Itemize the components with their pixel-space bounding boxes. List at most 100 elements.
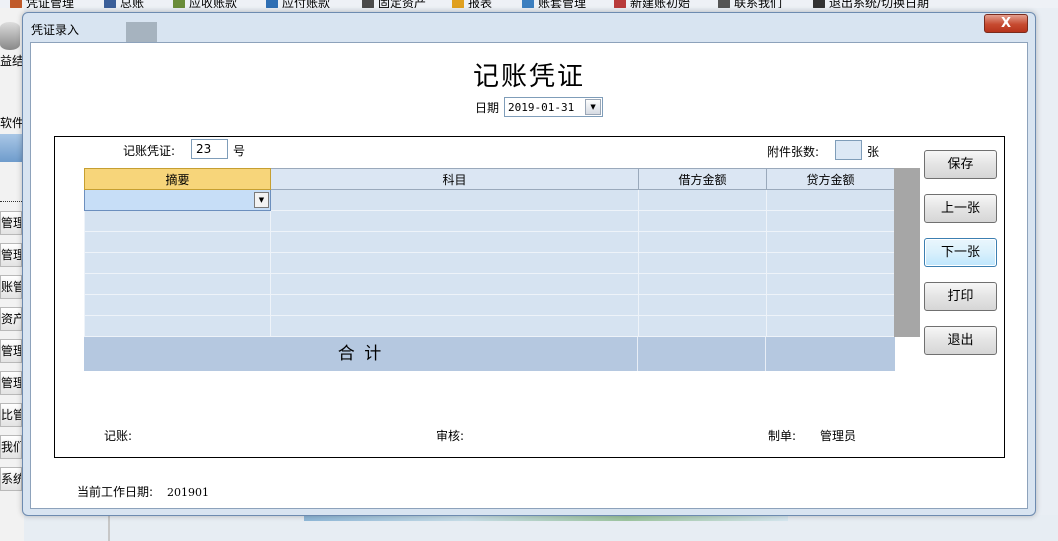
- table-row: [84, 210, 895, 232]
- attachment-count-input[interactable]: [835, 140, 862, 160]
- app-menu-item[interactable]: 退出系统/切换日期: [813, 0, 929, 8]
- app-menu-label: 新建账初始: [630, 0, 691, 8]
- close-button[interactable]: X: [984, 14, 1028, 33]
- chevron-down-icon[interactable]: ▼: [254, 192, 269, 208]
- column-header-account[interactable]: 科目: [270, 168, 639, 190]
- app-menu-label: 固定资产: [378, 0, 427, 8]
- total-label: 合 计: [84, 337, 638, 371]
- entries-table: 摘要 科目 借方金额 贷方金额 ▼: [84, 168, 895, 337]
- table-cell[interactable]: [270, 252, 639, 274]
- table-row: [84, 315, 895, 337]
- grid-scrollbar[interactable]: [894, 168, 920, 337]
- table-cell[interactable]: [638, 315, 767, 337]
- table-cell[interactable]: [84, 294, 271, 316]
- next-voucher-button[interactable]: 下一张: [924, 238, 997, 267]
- table-cell[interactable]: [766, 210, 895, 232]
- table-cell[interactable]: [766, 294, 895, 316]
- exit-button[interactable]: 退出: [924, 326, 997, 355]
- app-menu-item[interactable]: 账套管理: [522, 0, 586, 8]
- app-menu-item[interactable]: 联系我们: [718, 0, 782, 8]
- dialog-title: 凭证录入: [31, 23, 80, 37]
- app-menu-label: 退出系统/切换日期: [829, 0, 930, 8]
- table-cell[interactable]: [766, 273, 895, 295]
- menu-item-icon: [718, 0, 730, 8]
- table-row: [84, 273, 895, 295]
- menu-item-icon: [522, 0, 534, 8]
- date-row: 日期 2019-01-31 ▼: [475, 97, 604, 117]
- app-menu-item[interactable]: 总账: [104, 0, 144, 8]
- table-cell[interactable]: [84, 252, 271, 274]
- dialog-titlebar[interactable]: 凭证录入 X: [23, 13, 1035, 43]
- column-header-credit[interactable]: 贷方金额: [766, 168, 895, 190]
- table-cell[interactable]: [84, 273, 271, 295]
- divider: [0, 201, 22, 202]
- table-cell[interactable]: [766, 231, 895, 253]
- app-menu-label: 应付账款: [282, 0, 331, 8]
- left-nav-button[interactable]: 系统: [0, 467, 22, 491]
- table-cell[interactable]: [270, 315, 639, 337]
- chevron-down-icon[interactable]: ▼: [585, 99, 602, 115]
- left-nav-button[interactable]: 我们: [0, 435, 22, 459]
- app-menubar: 凭证管理 总账 应收账款 应付账款 固定资产 报表 账套管理 新建账初始 联系我们 退出系统/切换…: [0, 0, 1058, 8]
- left-nav-button[interactable]: 管理: [0, 243, 22, 267]
- maker-value: 管理员: [820, 429, 857, 443]
- table-cell[interactable]: [638, 231, 767, 253]
- table-cell[interactable]: [638, 252, 767, 274]
- table-cell[interactable]: [84, 210, 271, 232]
- previous-voucher-button[interactable]: 上一张: [924, 194, 997, 223]
- app-menu-item[interactable]: 应收账款: [173, 0, 237, 8]
- left-label-profit[interactable]: 益结转: [0, 52, 24, 69]
- app-menu-label: 账套管理: [538, 0, 587, 8]
- table-cell[interactable]: [270, 294, 639, 316]
- left-nav-button[interactable]: 管理: [0, 339, 22, 363]
- table-row: ▼: [84, 189, 895, 211]
- table-cell[interactable]: [638, 210, 767, 232]
- column-header-debit[interactable]: 借方金额: [638, 168, 767, 190]
- voucher-number-input[interactable]: 23: [191, 139, 228, 159]
- app-menu-label: 联系我们: [734, 0, 783, 8]
- table-cell[interactable]: [84, 231, 271, 253]
- table-cell[interactable]: [766, 189, 895, 211]
- app-menu-label: 报表: [468, 0, 493, 8]
- attachment-count-suffix: 张: [867, 145, 880, 159]
- date-label: 日期: [475, 100, 500, 115]
- left-nav-button[interactable]: 比管理: [0, 403, 22, 427]
- app-menu-item[interactable]: 报表: [452, 0, 492, 8]
- app-menu-item[interactable]: 应付账款: [266, 0, 330, 8]
- table-cell[interactable]: ▼: [84, 189, 271, 211]
- total-credit: [766, 337, 894, 371]
- table-cell[interactable]: [270, 273, 639, 295]
- table-row: [84, 252, 895, 274]
- voucher-frame: 记账凭证: 23 号 附件张数: 张 摘要 科目 借方金额 贷方金额 ▼ 合 计…: [54, 136, 1005, 458]
- menu-item-icon: [104, 0, 116, 8]
- table-cell[interactable]: [638, 273, 767, 295]
- table-cell[interactable]: [766, 252, 895, 274]
- reviewer-label: 审核:: [436, 429, 465, 443]
- menu-item-icon: [362, 0, 374, 8]
- table-cell[interactable]: [270, 231, 639, 253]
- menu-item-icon: [173, 0, 185, 8]
- left-nav-button[interactable]: 管理: [0, 211, 22, 235]
- print-button[interactable]: 打印: [924, 282, 997, 311]
- voucher-entry-dialog: 凭证录入 X 记账凭证 日期 2019-01-31 ▼ 记账凭证: 23 号 附…: [22, 12, 1036, 516]
- summary-cell-editor[interactable]: ▼: [85, 191, 270, 210]
- app-menu-item[interactable]: 凭证管理: [10, 0, 74, 8]
- column-header-summary[interactable]: 摘要: [84, 168, 271, 190]
- left-nav-button[interactable]: 资产管理: [0, 307, 22, 331]
- table-cell[interactable]: [270, 210, 639, 232]
- table-cell[interactable]: [270, 189, 639, 211]
- voucher-number-suffix: 号: [233, 144, 246, 158]
- app-bottom-area: [24, 515, 1058, 541]
- save-button[interactable]: 保存: [924, 150, 997, 179]
- date-picker[interactable]: 2019-01-31 ▼: [504, 97, 604, 117]
- left-label-software[interactable]: 软件: [0, 114, 24, 131]
- left-nav-button[interactable]: 账管理: [0, 275, 22, 299]
- app-menu-item[interactable]: 固定资产: [362, 0, 426, 8]
- app-menu-label: 总账: [120, 0, 145, 8]
- table-cell[interactable]: [766, 315, 895, 337]
- table-cell[interactable]: [84, 315, 271, 337]
- left-nav-button[interactable]: 管理: [0, 371, 22, 395]
- table-cell[interactable]: [638, 294, 767, 316]
- app-menu-item[interactable]: 新建账初始: [614, 0, 690, 8]
- table-cell[interactable]: [638, 189, 767, 211]
